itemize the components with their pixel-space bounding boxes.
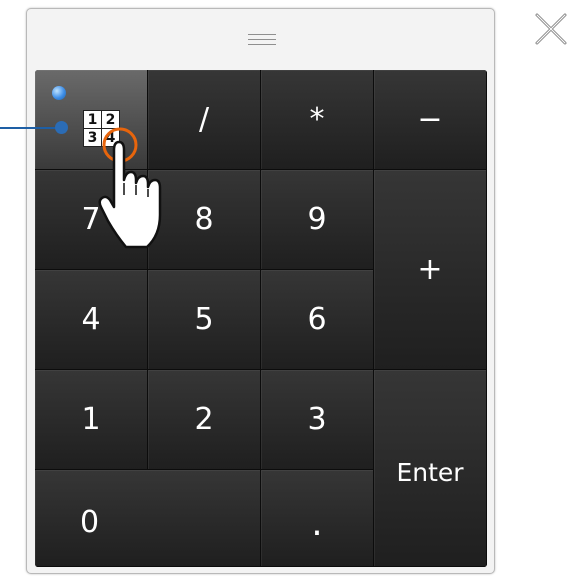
two-key[interactable]: 2 bbox=[148, 370, 261, 470]
enter-key[interactable]: Enter bbox=[374, 370, 487, 567]
four-key[interactable]: 4 bbox=[35, 270, 148, 370]
nine-key-label: 9 bbox=[307, 202, 327, 237]
plus-key-label: + bbox=[417, 252, 443, 287]
grid-cell-4: 4 bbox=[101, 128, 120, 147]
callout-dot-icon bbox=[55, 121, 68, 134]
six-key-label: 6 bbox=[307, 302, 327, 337]
multiply-key-label: * bbox=[309, 102, 325, 137]
zero-key-label: 0 bbox=[80, 504, 100, 540]
eight-key-label: 8 bbox=[194, 202, 214, 237]
multiply-key[interactable]: * bbox=[261, 70, 374, 170]
one-key-label: 1 bbox=[81, 402, 101, 437]
three-key[interactable]: 3 bbox=[261, 370, 374, 470]
grid-cell-2: 2 bbox=[101, 110, 120, 129]
three-key-label: 3 bbox=[307, 402, 327, 437]
drag-grip-icon[interactable] bbox=[248, 34, 276, 46]
plus-key[interactable]: + bbox=[374, 170, 487, 370]
four-key-label: 4 bbox=[81, 302, 101, 337]
zero-key[interactable]: 0 bbox=[35, 470, 261, 567]
five-key[interactable]: 5 bbox=[148, 270, 261, 370]
grid-cell-1: 1 bbox=[83, 110, 102, 129]
seven-key-label: 7 bbox=[81, 202, 101, 237]
callout-line bbox=[0, 127, 62, 129]
nine-key[interactable]: 9 bbox=[261, 170, 374, 270]
minus-key-label: − bbox=[417, 102, 443, 137]
divide-key-label: / bbox=[198, 102, 210, 137]
close-x-icon[interactable] bbox=[534, 12, 568, 46]
enter-key-label: Enter bbox=[396, 457, 464, 487]
six-key[interactable]: 6 bbox=[261, 270, 374, 370]
two-key-label: 2 bbox=[194, 402, 214, 437]
seven-key[interactable]: 7 bbox=[35, 170, 148, 270]
led-indicator-icon bbox=[52, 86, 66, 100]
decimal-point-key[interactable]: . bbox=[261, 470, 374, 567]
divide-key[interactable]: / bbox=[148, 70, 261, 170]
eight-key[interactable]: 8 bbox=[148, 170, 261, 270]
one-key[interactable]: 1 bbox=[35, 370, 148, 470]
minus-key[interactable]: − bbox=[374, 70, 487, 170]
five-key-label: 5 bbox=[194, 302, 214, 337]
numeric-grid-icon: 1 2 3 4 bbox=[83, 110, 131, 156]
grid-cell-3: 3 bbox=[83, 128, 102, 147]
decimal-point-key-label: . bbox=[311, 502, 323, 544]
